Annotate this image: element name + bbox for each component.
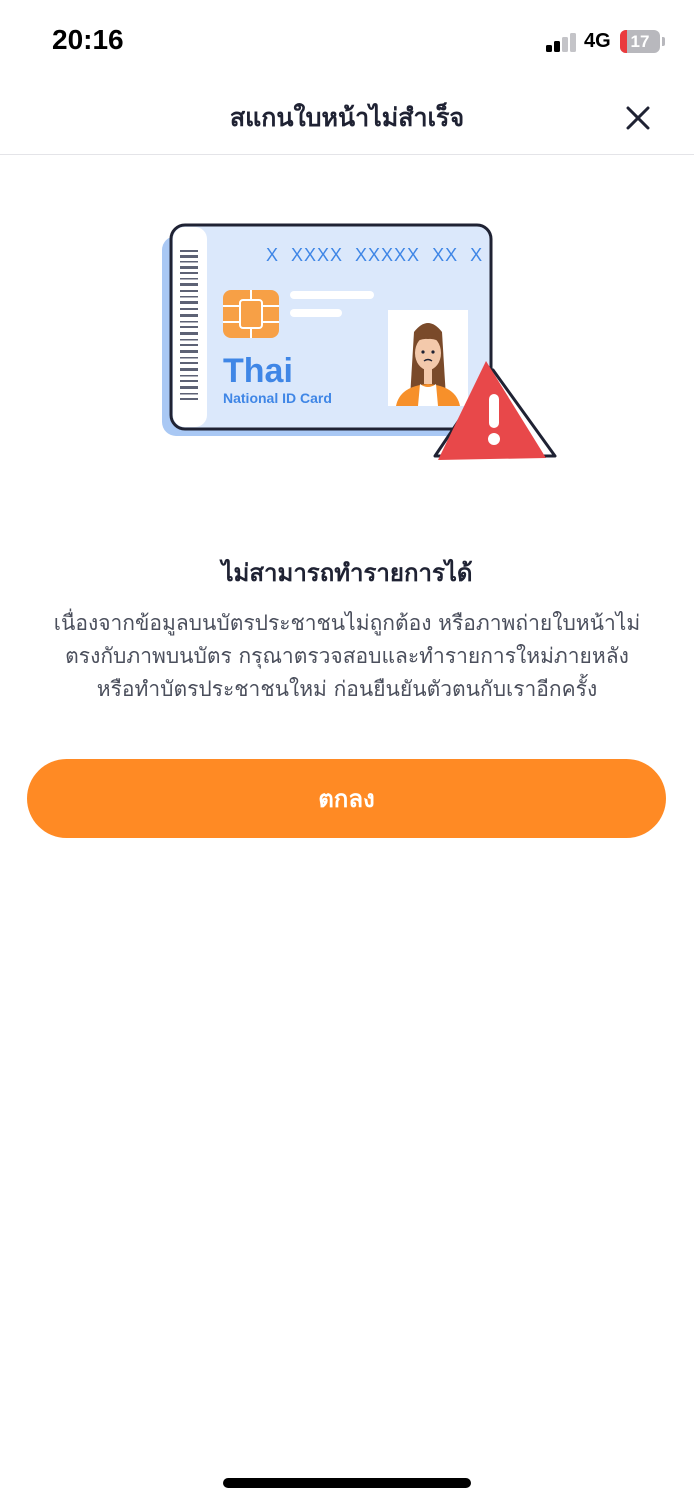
person-photo-icon <box>388 310 468 406</box>
signal-bars-icon <box>546 32 578 52</box>
ok-button[interactable]: ตกลง <box>27 759 666 838</box>
error-description-line: หรือทำบัตรประชาชนใหม่ ก่อนยืนยันตัวตนกับ… <box>96 677 598 701</box>
close-icon <box>626 106 650 130</box>
card-number: X XXXX XXXXX XX X <box>266 245 484 265</box>
home-indicator[interactable] <box>223 1478 471 1488</box>
error-description-line: ตรงกับภาพบนบัตร กรุณาตรวจสอบและทำรายการใ… <box>65 644 629 668</box>
header: สแกนใบหน้าไม่สำเร็จ <box>0 84 694 155</box>
close-button[interactable] <box>616 96 660 140</box>
ok-button-label: ตกลง <box>318 785 375 813</box>
network-type: 4G <box>584 30 611 52</box>
error-description: เนื่องจากข้อมูลบนบัตรประชาชนไม่ถูกต้อง ห… <box>28 607 666 706</box>
page-title: สแกนใบหน้าไม่สำเร็จ <box>229 103 465 132</box>
id-card-illustration: X XXXX XXXXX XX X Thai National ID Card <box>160 220 564 466</box>
error-title: ไม่สามารถทำรายการได้ <box>221 559 473 587</box>
status-time: 20:16 <box>52 24 124 55</box>
card-title: Thai <box>223 352 293 390</box>
error-description-line: เนื่องจากข้อมูลบนบัตรประชาชนไม่ถูกต้อง ห… <box>53 611 641 635</box>
status-bar: 20:16 4G 17 <box>0 0 694 84</box>
chip-icon <box>223 290 279 338</box>
battery-icon: 17 <box>620 30 660 53</box>
card-subtitle: National ID Card <box>223 390 332 406</box>
battery-tip <box>662 37 665 46</box>
battery-level: 17 <box>630 32 650 51</box>
